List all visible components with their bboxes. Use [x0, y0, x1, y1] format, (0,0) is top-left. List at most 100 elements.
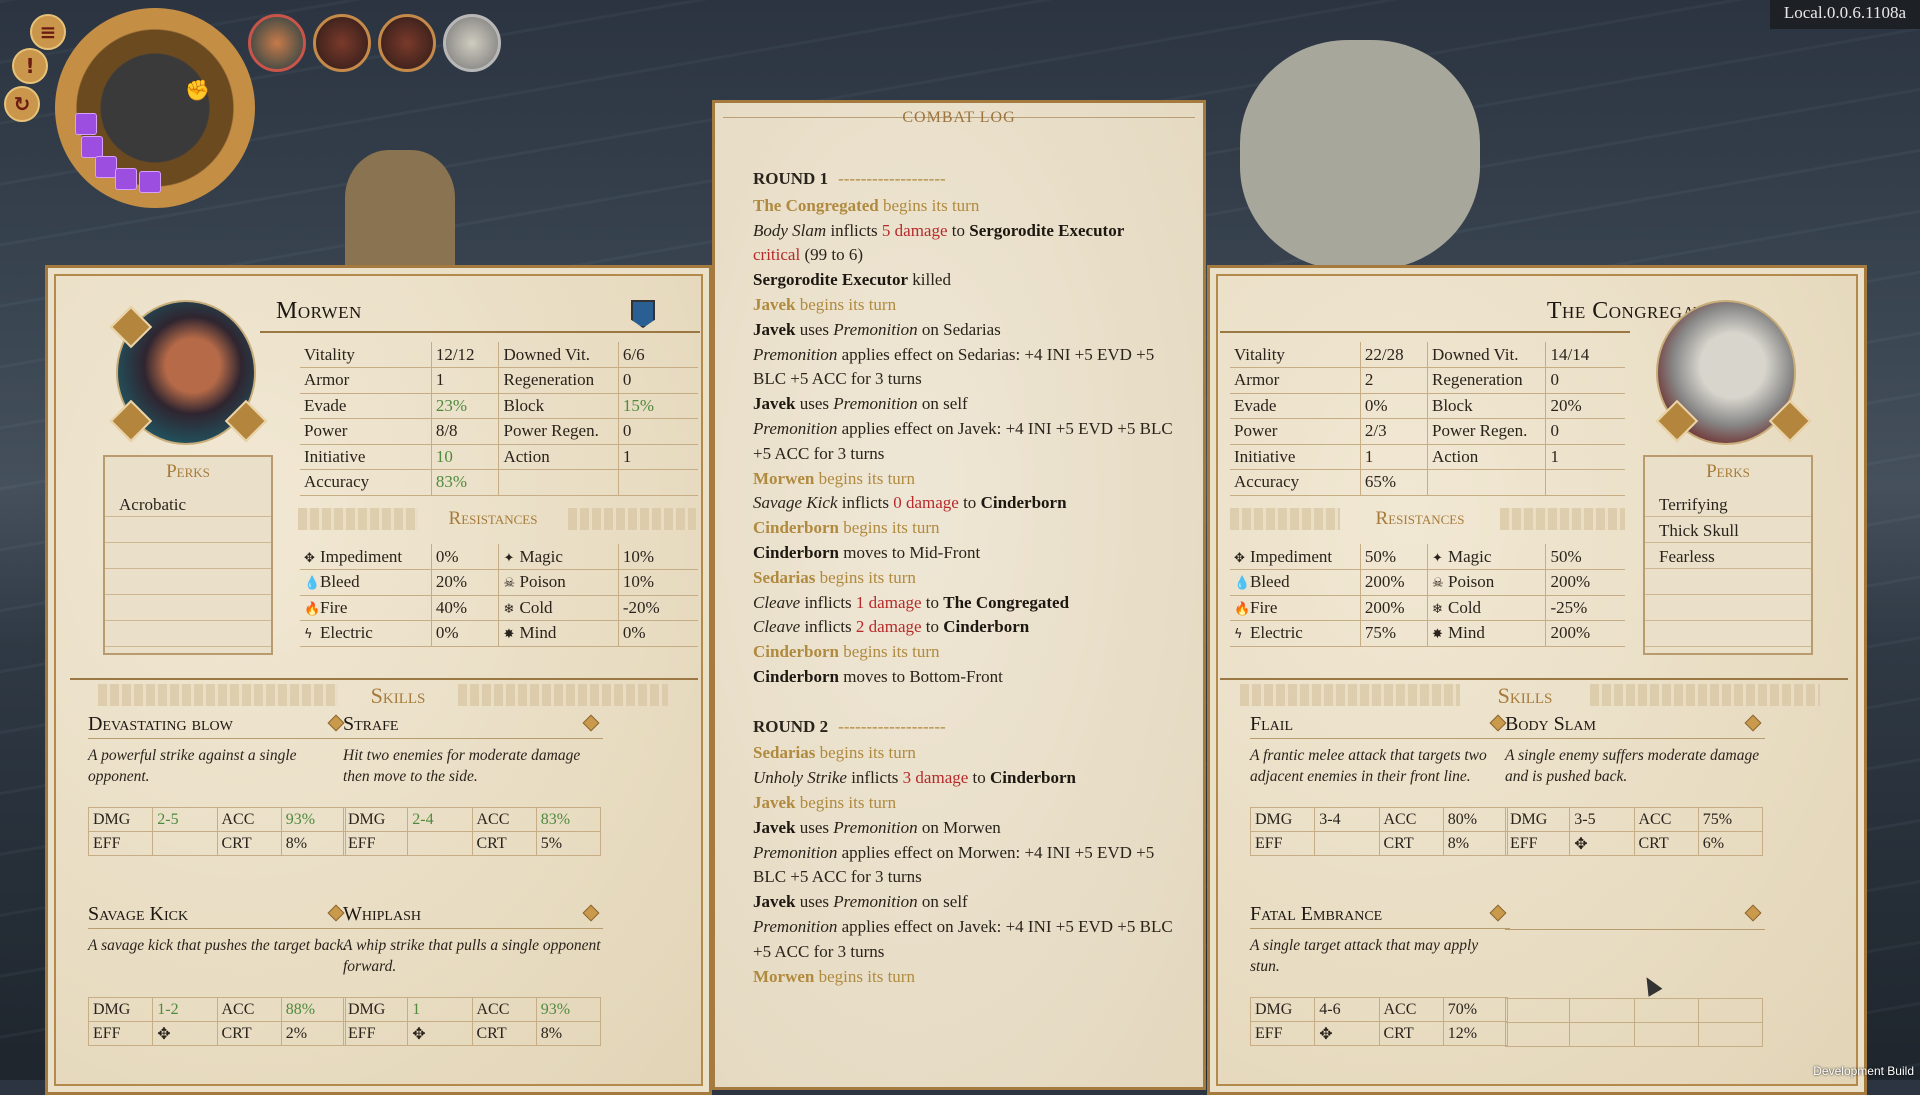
- skill-name: Whiplash: [343, 903, 603, 929]
- log-segment: Cinderborn: [990, 768, 1076, 788]
- perk-item: Thick Skull: [1645, 517, 1811, 543]
- log-segment: Cleave: [753, 592, 801, 612]
- stats-table: Vitality 22/28 Downed Vit. 14/14 Armor 2 Regen…: [1230, 342, 1625, 496]
- skill-name: Flail: [1250, 713, 1510, 739]
- log-segment: Cinderborn: [980, 493, 1067, 513]
- log-segment: begins its turn: [795, 792, 897, 812]
- log-segment: Cinderborn: [753, 666, 839, 686]
- skill-card[interactable]: [1504, 903, 1765, 1047]
- log-segment: to: [921, 617, 944, 637]
- skill-name: Strafe: [343, 713, 603, 739]
- round-header: ROUND 1 -------------------: [753, 167, 1183, 192]
- round-label: ROUND 2: [753, 716, 829, 736]
- turn-order-portrait[interactable]: [313, 14, 371, 72]
- stat-label: Accuracy: [300, 469, 432, 496]
- log-line: Unholy Strike inflicts 3 damage to Cinde…: [753, 766, 1183, 791]
- skill-stats-table: DMG 2-4 ACC 83% EFF CRT 5%: [342, 807, 602, 856]
- skill-dmg-label: DMG: [87, 997, 154, 1022]
- resistance-label: ϟ Electric: [300, 620, 432, 647]
- log-segment: uses: [795, 319, 834, 339]
- skill-card[interactable]: Flail A frantic melee attack that targets…: [1249, 713, 1510, 856]
- impediment-icon: ✥: [304, 550, 315, 566]
- stat-label: Vitality: [1230, 342, 1361, 368]
- skill-crt-label: CRT: [471, 831, 537, 856]
- stat-row: Initiative 1 Action 1: [1230, 444, 1625, 470]
- stat-label: [1427, 469, 1547, 496]
- combat-log-body: ROUND 1 ------------------- The Congregate…: [753, 167, 1183, 989]
- skill-dmg-label: DMG: [1504, 807, 1571, 832]
- stat-row: Vitality 12/12 Downed Vit. 6/6: [300, 342, 698, 368]
- round-dash: -------------------: [838, 169, 946, 188]
- log-segment: begins its turn: [838, 642, 940, 662]
- undo-button[interactable]: ↻: [4, 86, 40, 122]
- resistance-name: Magic: [1447, 546, 1492, 566]
- log-segment: Morwen: [753, 966, 815, 986]
- log-line: Cleave inflicts 2 damage to Cinderborn: [753, 615, 1183, 640]
- log-segment: Premonition: [753, 418, 838, 438]
- resistance-value: 50%: [1545, 544, 1625, 570]
- skill-card[interactable]: Devastating blow A powerful strike agains…: [87, 713, 348, 856]
- log-segment: on Sedarias: [917, 319, 1001, 339]
- skill-crt-label: CRT: [1378, 1021, 1444, 1046]
- stat-value: 14/14: [1545, 342, 1625, 368]
- skill-eff-value: ✥: [1314, 1021, 1380, 1046]
- perks-box: Perks Terrifying Thick Skull Fearless: [1643, 455, 1813, 655]
- action-point-segment: [95, 156, 117, 178]
- skill-crt-value: 8%: [1442, 831, 1509, 856]
- skill-description: Hit two enemies for moderate damage then…: [343, 747, 581, 785]
- alert-button[interactable]: !: [12, 48, 48, 84]
- divider: [260, 331, 700, 333]
- log-segment: to: [921, 592, 944, 612]
- skill-acc-label: ACC: [471, 997, 537, 1022]
- skill-acc-label: ACC: [1378, 807, 1444, 832]
- turn-order-portrait-congregated[interactable]: [443, 14, 501, 72]
- resistances-table: ✥ Impediment 50% ✦ Magic 50% 💧Bleed 200% ☠ Poison…: [1230, 544, 1625, 647]
- skill-card[interactable]: Strafe Hit two enemies for moderate damag…: [342, 713, 603, 856]
- log-segment: to: [968, 768, 991, 788]
- fist-icon[interactable]: ✊: [185, 78, 210, 103]
- resistance-label: ✥ Impediment: [300, 544, 432, 570]
- resistance-name: Bleed: [320, 572, 360, 592]
- rank-emblem-icon: [631, 300, 655, 328]
- resistance-row: 🔥Fire 200% ❄ Cold -25%: [1230, 595, 1625, 621]
- perk-item: Terrifying: [1645, 491, 1811, 517]
- resistance-value: -20%: [618, 595, 698, 621]
- skill-crt-value: 2%: [280, 1021, 347, 1046]
- turn-order-portrait[interactable]: [378, 14, 436, 72]
- stat-value: 22/28: [1360, 342, 1428, 368]
- resistance-name: Mind: [519, 623, 557, 643]
- skill-card[interactable]: Body Slam A single enemy suffers moderate…: [1504, 713, 1765, 856]
- resistance-name: Fire: [1250, 597, 1278, 617]
- skill-crt-label: CRT: [216, 1021, 282, 1046]
- ornament: [1500, 508, 1625, 530]
- skill-dmg-label: [1504, 998, 1571, 1023]
- stat-row: Evade 0% Block 20%: [1230, 393, 1625, 419]
- action-wheel[interactable]: ✊: [55, 8, 255, 208]
- skill-card[interactable]: Whiplash A whip strike that pulls a singl…: [342, 903, 603, 1046]
- stat-value: 0: [1545, 367, 1625, 394]
- resistance-name: Fire: [320, 597, 348, 617]
- skill-description: [1505, 936, 1765, 988]
- log-segment: critical: [753, 245, 801, 265]
- resistance-label: ✸ Mind: [498, 620, 619, 647]
- log-line: Sedarias begins its turn: [753, 566, 1183, 591]
- action-point-segment: [81, 136, 103, 158]
- menu-button[interactable]: ≡: [30, 14, 66, 50]
- skill-acc-value: 93%: [280, 807, 347, 832]
- ornament: [1230, 508, 1340, 530]
- skill-card[interactable]: Fatal Embrance A single target attack tha…: [1249, 903, 1510, 1046]
- resistance-name: Electric: [320, 623, 373, 643]
- skill-name: [1505, 903, 1765, 930]
- stat-value: 12/12: [431, 342, 500, 368]
- combat-log-panel[interactable]: COMBAT LOG ROUND 1 ------------------- The…: [712, 100, 1206, 1090]
- skill-acc-value: 75%: [1697, 807, 1764, 832]
- log-line: Cleave inflicts 1 damage to The Congrega…: [753, 591, 1183, 616]
- skill-card[interactable]: Savage Kick A savage kick that pushes the…: [87, 903, 348, 1046]
- skill-eff-value: [152, 831, 218, 856]
- cold-icon: ❄: [503, 601, 515, 617]
- divider: [1220, 331, 1630, 333]
- turn-order-portrait-morwen[interactable]: [248, 14, 306, 72]
- action-point-segment: [75, 113, 97, 135]
- stat-label: Vitality: [300, 342, 432, 368]
- stat-row: Power 8/8 Power Regen. 0: [300, 418, 698, 445]
